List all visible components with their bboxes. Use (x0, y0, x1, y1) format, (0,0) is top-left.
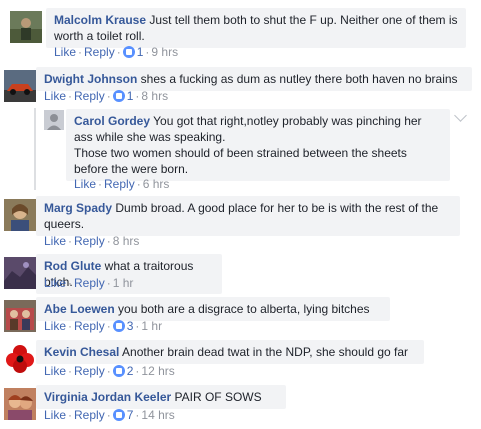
like-reaction-icon[interactable] (112, 320, 125, 332)
timestamp[interactable]: 9 hrs (151, 45, 178, 59)
comment-author[interactable]: Abe Loewen (44, 302, 115, 316)
comment-text: PAIR OF SOWS (174, 390, 262, 404)
reaction-count[interactable]: 3 (127, 319, 134, 333)
comment-author[interactable]: Dwight Johnson (44, 72, 137, 86)
comment-bubble: Kevin Chesal Another brain dead twat in … (36, 340, 424, 364)
comment-author[interactable]: Kevin Chesal (44, 345, 119, 359)
comment-bubble: Dwight Johnson shes a fucking as dum as … (36, 67, 472, 91)
reaction-count[interactable]: 7 (127, 408, 134, 422)
avatar[interactable] (4, 343, 36, 375)
comment-text: Another brain dead twat in the NDP, she … (122, 345, 409, 359)
chevron-down-icon[interactable] (454, 109, 467, 122)
timestamp[interactable]: 14 hrs (141, 408, 174, 422)
comment-actions: Like · Reply · 1 · 8 hrs (44, 89, 169, 103)
reply-link[interactable]: Reply (74, 319, 105, 333)
timestamp[interactable]: 1 hr (141, 319, 162, 333)
timestamp[interactable]: 8 hrs (113, 234, 140, 248)
comment-author[interactable]: Rod Glute (44, 259, 101, 273)
like-reaction-icon[interactable] (122, 46, 135, 58)
timestamp[interactable]: 8 hrs (141, 89, 168, 103)
reply-link[interactable]: Reply (74, 276, 105, 290)
reaction-count[interactable]: 1 (127, 89, 134, 103)
like-link[interactable]: Like (44, 408, 66, 422)
timestamp[interactable]: 12 hrs (141, 364, 174, 378)
avatar[interactable] (44, 110, 64, 130)
like-link[interactable]: Like (44, 364, 66, 378)
timestamp[interactable]: 6 hrs (143, 177, 170, 191)
comment-actions: Like · Reply · 6 hrs (74, 177, 170, 191)
like-link[interactable]: Like (44, 234, 66, 248)
comment-actions: Like · Reply · 7 · 14 hrs (44, 408, 175, 422)
comment-actions: Like · Reply · 3 · 1 hr (44, 319, 163, 333)
reply-bubble: Carol Gordey You got that right,notley p… (66, 109, 450, 181)
like-reaction-icon[interactable] (112, 365, 125, 377)
comment-actions: Like · Reply · 1 · 9 hrs (54, 45, 179, 59)
avatar[interactable] (4, 257, 36, 289)
comment-actions: Like · Reply · 8 hrs (44, 234, 140, 248)
avatar[interactable] (4, 70, 36, 102)
comment-author[interactable]: Virginia Jordan Keeler (44, 390, 171, 404)
reply-link[interactable]: Reply (74, 89, 105, 103)
comment-bubble: Malcolm Krause Just tell them both to sh… (46, 8, 466, 48)
reply-link[interactable]: Reply (74, 364, 105, 378)
reaction-count[interactable]: 1 (137, 45, 144, 59)
like-link[interactable]: Like (74, 177, 96, 191)
reaction-count[interactable]: 2 (127, 364, 134, 378)
reply-link[interactable]: Reply (104, 177, 135, 191)
comment-bubble: Marg Spady Dumb broad. A good place for … (36, 196, 460, 236)
reply-thread-line (34, 108, 36, 190)
comment-author[interactable]: Malcolm Krause (54, 13, 146, 27)
avatar[interactable] (10, 11, 42, 43)
avatar[interactable] (4, 388, 36, 420)
avatar[interactable] (4, 199, 36, 231)
comment-author[interactable]: Marg Spady (44, 201, 112, 215)
comment-text: shes a fucking as dum as nutley there bo… (140, 72, 458, 86)
reply-link[interactable]: Reply (74, 234, 105, 248)
comment-actions: Like · Reply · 2 · 12 hrs (44, 364, 175, 378)
avatar[interactable] (4, 300, 36, 332)
comment-author[interactable]: Carol Gordey (74, 114, 150, 128)
like-link[interactable]: Like (54, 45, 76, 59)
reply-link[interactable]: Reply (74, 408, 105, 422)
like-link[interactable]: Like (44, 319, 66, 333)
comment-actions: Like · Reply · 1 hr (44, 276, 134, 290)
like-link[interactable]: Like (44, 276, 66, 290)
comment-bubble: Abe Loewen you both are a disgrace to al… (36, 297, 390, 321)
like-link[interactable]: Like (44, 89, 66, 103)
comment-text-line2: Those two women should of been strained … (74, 146, 407, 176)
timestamp[interactable]: 1 hr (113, 276, 134, 290)
comment-bubble: Virginia Jordan Keeler PAIR OF SOWS (36, 385, 286, 409)
reply-link[interactable]: Reply (84, 45, 115, 59)
like-reaction-icon[interactable] (112, 90, 125, 102)
comment-text: you both are a disgrace to alberta, lyin… (118, 302, 370, 316)
like-reaction-icon[interactable] (112, 409, 125, 421)
